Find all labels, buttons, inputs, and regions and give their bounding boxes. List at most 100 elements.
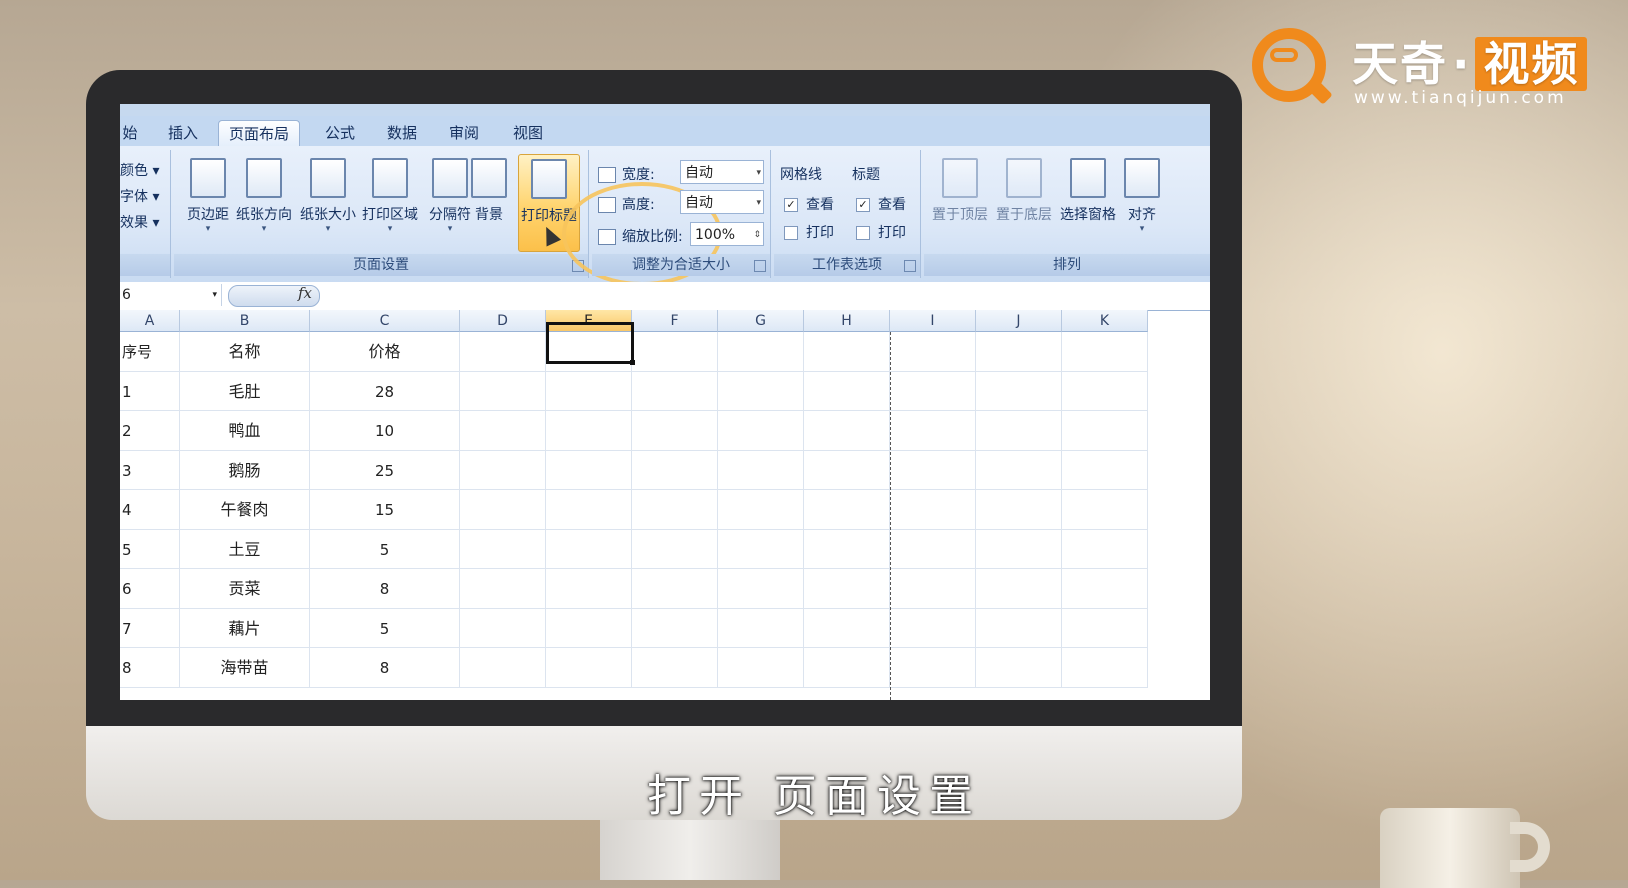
tab-data[interactable]: 数据 bbox=[384, 120, 420, 146]
table-cell[interactable] bbox=[546, 411, 632, 451]
table-cell[interactable] bbox=[718, 371, 804, 411]
header-cell[interactable]: 名称 bbox=[180, 332, 310, 372]
column-header-K[interactable]: K bbox=[1062, 310, 1148, 332]
background-button[interactable]: 背景 bbox=[464, 154, 514, 250]
table-cell[interactable]: 藕片 bbox=[180, 608, 310, 648]
fx-icon[interactable]: fx bbox=[298, 284, 312, 302]
table-cell[interactable] bbox=[890, 371, 976, 411]
align-button[interactable]: 对齐 ▾ bbox=[1120, 154, 1164, 250]
table-cell[interactable] bbox=[890, 490, 976, 530]
table-cell[interactable] bbox=[718, 450, 804, 490]
table-cell[interactable] bbox=[718, 648, 804, 688]
table-cell[interactable] bbox=[546, 371, 632, 411]
table-cell[interactable] bbox=[460, 608, 546, 648]
tab-insert[interactable]: 插入 bbox=[162, 120, 204, 146]
column-header-D[interactable]: D bbox=[460, 310, 546, 332]
table-cell[interactable] bbox=[890, 450, 976, 490]
table-cell[interactable] bbox=[976, 490, 1062, 530]
header-cell[interactable]: 价格 bbox=[310, 332, 460, 372]
scale-spinner[interactable]: 100% ⇕ bbox=[690, 222, 764, 246]
tab-view[interactable]: 视图 bbox=[510, 120, 546, 146]
table-cell[interactable] bbox=[1062, 648, 1148, 688]
table-cell[interactable] bbox=[718, 490, 804, 530]
table-cell[interactable] bbox=[460, 529, 546, 569]
table-cell[interactable]: 10 bbox=[310, 411, 460, 451]
table-cell[interactable] bbox=[804, 529, 890, 569]
formula-input[interactable] bbox=[320, 282, 1200, 308]
table-cell[interactable] bbox=[1062, 371, 1148, 411]
margins-button[interactable]: 页边距 ▾ bbox=[176, 154, 240, 250]
scale-launcher-icon[interactable] bbox=[754, 260, 766, 272]
table-cell[interactable] bbox=[804, 648, 890, 688]
table-cell[interactable]: 鹅肠 bbox=[180, 450, 310, 490]
active-cell-E6[interactable] bbox=[546, 322, 635, 365]
table-cell[interactable] bbox=[718, 569, 804, 609]
table-cell[interactable] bbox=[460, 648, 546, 688]
table-cell[interactable] bbox=[804, 371, 890, 411]
table-cell[interactable]: 土豆 bbox=[180, 529, 310, 569]
table-cell[interactable]: 7 bbox=[120, 608, 180, 648]
table-cell[interactable] bbox=[546, 450, 632, 490]
size-button[interactable]: 纸张大小 ▾ bbox=[296, 154, 360, 250]
table-cell[interactable]: 4 bbox=[120, 490, 180, 530]
table-cell[interactable] bbox=[976, 608, 1062, 648]
table-cell[interactable] bbox=[804, 450, 890, 490]
table-cell[interactable] bbox=[976, 648, 1062, 688]
table-cell[interactable] bbox=[890, 411, 976, 451]
column-header-I[interactable]: I bbox=[890, 310, 976, 332]
header-cell[interactable] bbox=[976, 332, 1062, 372]
header-cell[interactable] bbox=[460, 332, 546, 372]
table-cell[interactable] bbox=[976, 529, 1062, 569]
sheet-options-launcher-icon[interactable] bbox=[904, 260, 916, 272]
column-header-A[interactable]: A bbox=[120, 310, 180, 332]
table-cell[interactable] bbox=[976, 450, 1062, 490]
table-cell[interactable] bbox=[1062, 608, 1148, 648]
table-cell[interactable] bbox=[718, 411, 804, 451]
table-cell[interactable] bbox=[460, 490, 546, 530]
table-cell[interactable] bbox=[632, 608, 718, 648]
table-cell[interactable]: 海带苗 bbox=[180, 648, 310, 688]
table-cell[interactable] bbox=[890, 529, 976, 569]
table-cell[interactable] bbox=[718, 529, 804, 569]
table-cell[interactable] bbox=[546, 608, 632, 648]
table-cell[interactable] bbox=[1062, 450, 1148, 490]
column-header-H[interactable]: H bbox=[804, 310, 890, 332]
table-cell[interactable] bbox=[460, 411, 546, 451]
table-cell[interactable] bbox=[460, 569, 546, 609]
tab-review[interactable]: 审阅 bbox=[446, 120, 482, 146]
tab-home[interactable]: 始 bbox=[120, 120, 140, 146]
width-select[interactable]: 自动 ▾ bbox=[680, 160, 764, 184]
table-cell[interactable]: 5 bbox=[310, 529, 460, 569]
name-box[interactable]: 6 ▾ bbox=[120, 284, 222, 306]
table-cell[interactable]: 5 bbox=[120, 529, 180, 569]
table-cell[interactable] bbox=[976, 411, 1062, 451]
table-cell[interactable] bbox=[804, 608, 890, 648]
headings-print-checkbox[interactable]: 打印 bbox=[856, 222, 906, 242]
table-cell[interactable] bbox=[632, 529, 718, 569]
table-cell[interactable] bbox=[460, 371, 546, 411]
orientation-button[interactable]: 纸张方向 ▾ bbox=[232, 154, 296, 250]
table-cell[interactable] bbox=[460, 450, 546, 490]
table-cell[interactable] bbox=[1062, 529, 1148, 569]
table-cell[interactable]: 15 bbox=[310, 490, 460, 530]
table-cell[interactable] bbox=[632, 648, 718, 688]
table-cell[interactable]: 25 bbox=[310, 450, 460, 490]
table-cell[interactable] bbox=[546, 648, 632, 688]
table-cell[interactable]: 毛肚 bbox=[180, 371, 310, 411]
table-cell[interactable] bbox=[976, 569, 1062, 609]
table-cell[interactable] bbox=[1062, 569, 1148, 609]
table-cell[interactable] bbox=[890, 648, 976, 688]
table-cell[interactable] bbox=[804, 569, 890, 609]
column-header-B[interactable]: B bbox=[180, 310, 310, 332]
headings-view-checkbox[interactable]: ✓ 查看 bbox=[856, 194, 906, 214]
table-cell[interactable]: 8 bbox=[310, 569, 460, 609]
theme-colors-button[interactable]: 颜色 ▾ bbox=[120, 160, 159, 180]
column-header-G[interactable]: G bbox=[718, 310, 804, 332]
gridlines-print-checkbox[interactable]: 打印 bbox=[784, 222, 834, 242]
tab-formulas[interactable]: 公式 bbox=[320, 120, 360, 146]
table-cell[interactable]: 8 bbox=[120, 648, 180, 688]
table-cell[interactable]: 贡菜 bbox=[180, 569, 310, 609]
header-cell[interactable]: 序号 bbox=[120, 332, 180, 372]
column-header-C[interactable]: C bbox=[310, 310, 460, 332]
table-cell[interactable]: 6 bbox=[120, 569, 180, 609]
